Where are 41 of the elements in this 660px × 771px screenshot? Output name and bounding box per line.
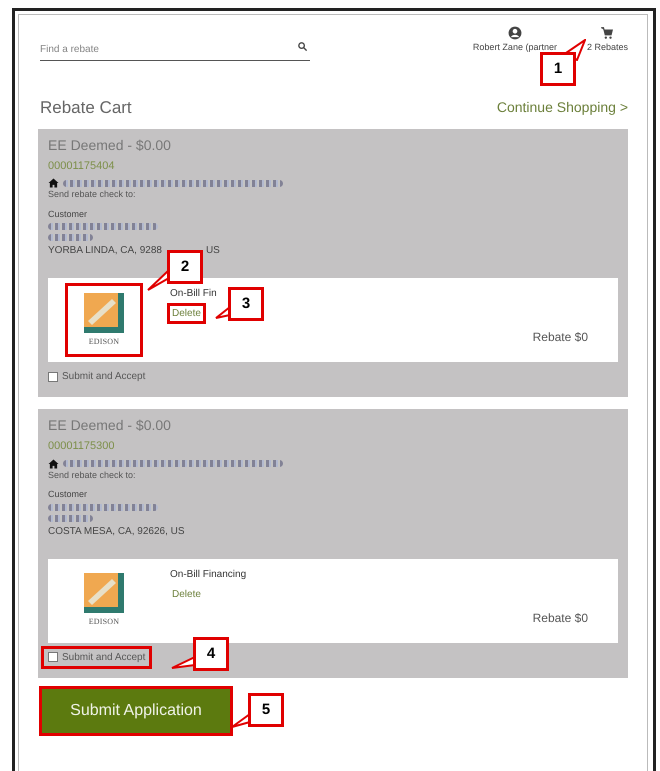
rebate-amount: Rebate $0 <box>532 610 588 626</box>
account-icon[interactable] <box>508 26 522 40</box>
callout-number: 2 <box>167 250 203 284</box>
edison-logo: EDISON <box>68 566 140 634</box>
home-icon <box>48 178 59 188</box>
cart-icon[interactable] <box>600 26 614 40</box>
delete-link[interactable]: Delete <box>170 586 203 602</box>
search-field[interactable]: Find a rebate <box>40 39 310 61</box>
blurred-text <box>48 514 93 522</box>
callout-number: 3 <box>228 287 264 321</box>
submit-accept-checkbox[interactable]: Submit and Accept <box>44 648 150 666</box>
item-title: EE Deemed - $0.00 <box>48 136 172 154</box>
city-line: US <box>206 244 220 258</box>
search-icon[interactable] <box>297 41 308 52</box>
rebate-amount: Rebate $0 <box>532 329 588 346</box>
item-number: 00001175404 <box>48 158 116 174</box>
blurred-text <box>48 234 93 241</box>
submit-accept-checkbox[interactable]: Submit and Accept <box>44 368 150 385</box>
customer-label: Customer <box>48 208 88 220</box>
callout-number: 1 <box>540 52 576 86</box>
product-name: On-Bill Financing <box>170 568 246 582</box>
checkbox[interactable] <box>48 652 58 662</box>
item-title: EE Deemed - $0.00 <box>48 416 172 435</box>
user-name[interactable]: Robert Zane (partner <box>472 41 557 54</box>
continue-shopping-link[interactable]: Continue Shopping > <box>496 97 628 118</box>
callout-number: 5 <box>248 693 284 727</box>
send-check-label: Send rebate check to: <box>48 188 137 201</box>
city-line: COSTA MESA, CA, 92626, US <box>48 524 185 538</box>
cart-count[interactable]: 2 Rebates <box>586 41 628 54</box>
product-name: On-Bill Fin <box>170 287 217 301</box>
customer-label: Customer <box>48 488 88 501</box>
item-number: 00001175300 <box>48 439 116 454</box>
delete-link[interactable]: Delete <box>170 306 203 321</box>
city-line: YORBA LINDA, CA, 9288 <box>48 244 162 258</box>
send-check-label: Send rebate check to: <box>48 468 137 482</box>
callout-number: 4 <box>193 637 229 671</box>
home-icon <box>48 458 59 468</box>
submit-application-button[interactable]: Submit Application <box>42 688 230 732</box>
checkbox[interactable] <box>48 372 58 382</box>
page-title: Rebate Cart <box>40 97 132 119</box>
edison-logo: EDISON <box>68 286 140 354</box>
